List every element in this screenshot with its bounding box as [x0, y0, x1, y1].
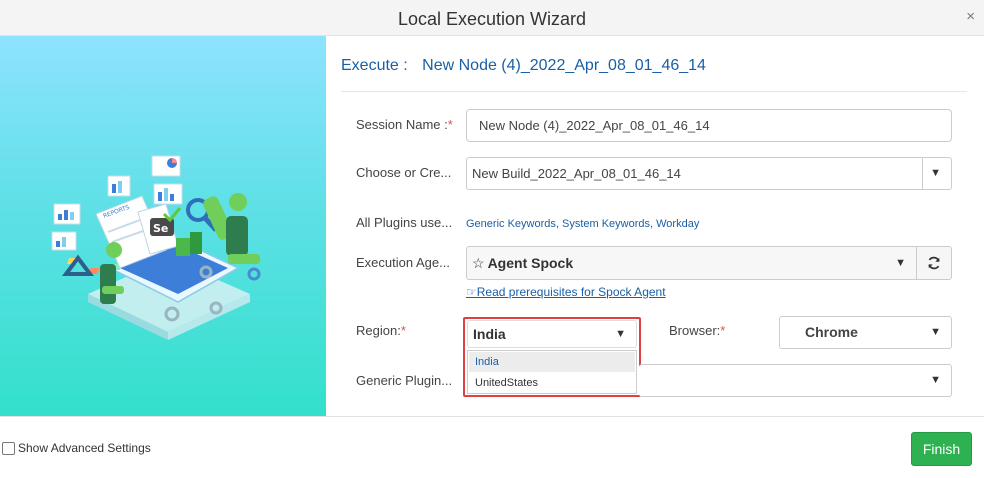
browser-select-value: Chrome [805, 324, 858, 340]
required-mark: * [720, 323, 726, 338]
build-label: Choose or Cre... [356, 165, 452, 180]
required-mark: * [400, 323, 406, 338]
region-label-text: Region: [356, 323, 401, 338]
execution-agent-label: Execution Age... [356, 255, 450, 270]
browser-select[interactable]: Chrome ▼ [779, 316, 952, 349]
build-select[interactable]: New Build_2022_Apr_08_01_46_14 ▼ [466, 157, 952, 190]
generic-plugin-select[interactable]: ▼ [639, 364, 952, 397]
execute-header: Execute : New Node (4)_2022_Apr_08_01_46… [341, 57, 706, 75]
refresh-agent-button[interactable] [916, 246, 952, 280]
finish-button[interactable]: Finish [911, 432, 972, 466]
browser-label: Browser:* [669, 323, 725, 338]
region-label: Region:* [356, 323, 406, 338]
required-mark: * [447, 117, 453, 132]
generic-plugin-label: Generic Plugin... [356, 373, 453, 388]
caret-down-icon: ▼ [930, 167, 941, 179]
execution-agent-value: ☆ Agent Spock [472, 247, 573, 279]
plugins-value: Generic Keywords, System Keywords, Workd… [466, 218, 700, 230]
browser-label-text: Browser: [669, 323, 721, 338]
execution-agent-select[interactable]: ☆ Agent Spock ▼ [466, 246, 917, 280]
spock-prerequisites-link-text: Read prerequisites for Spock Agent [476, 285, 666, 299]
execute-value: New Node (4)_2022_Apr_08_01_46_14 [422, 57, 706, 74]
session-name-label-text: Session Name : [356, 117, 448, 132]
execution-agent-value-text: Agent Spock [487, 255, 574, 271]
caret-separator [922, 158, 923, 189]
plugins-label: All Plugins use... [356, 215, 453, 230]
caret-down-icon: ▼ [895, 257, 906, 269]
svg-text:Se: Se [153, 222, 168, 235]
session-name-input[interactable]: New Node (4)_2022_Apr_08_01_46_14 [466, 109, 952, 142]
build-select-value: New Build_2022_Apr_08_01_46_14 [472, 166, 681, 181]
checkbox-icon[interactable] [2, 441, 15, 455]
close-icon[interactable]: × [966, 9, 975, 24]
show-advanced-settings-label: Show Advanced Settings [18, 441, 151, 455]
window-title: Local Execution Wizard [397, 9, 587, 29]
caret-down-icon: ▼ [930, 374, 941, 386]
session-name-label: Session Name :* [356, 117, 453, 132]
execute-label: Execute : [341, 57, 408, 74]
region-highlight-box [463, 317, 641, 397]
star-icon: ☆ [472, 255, 485, 271]
automation-illustration: REPORTS Se [51, 155, 261, 340]
caret-down-icon: ▼ [930, 326, 941, 338]
show-advanced-settings[interactable]: Show Advanced Settings [2, 441, 151, 455]
illustration-panel: REPORTS Se [0, 36, 326, 416]
header-divider [341, 91, 967, 92]
spock-prerequisites-link[interactable]: ☞Read prerequisites for Spock Agent [466, 285, 666, 299]
refresh-icon [928, 256, 940, 270]
title-bar: Local Execution Wizard × [0, 0, 984, 36]
hand-pointer-icon: ☞ [466, 285, 477, 299]
